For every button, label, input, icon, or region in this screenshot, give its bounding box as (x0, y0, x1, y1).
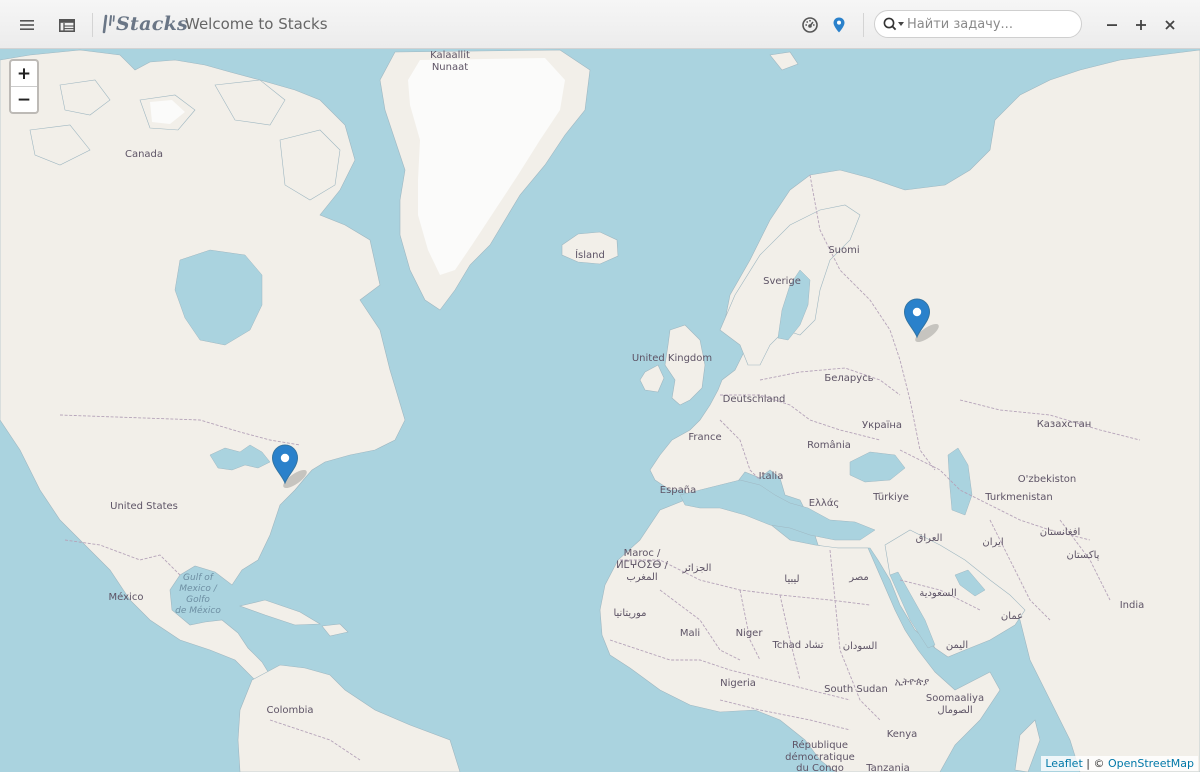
marker-center (912, 307, 922, 317)
map-label: O'zbekiston (1018, 474, 1077, 485)
map-label: المغرب (626, 572, 657, 583)
map-label: اليمن (946, 640, 968, 651)
minimize-icon (1107, 24, 1117, 26)
zoom-control: + − (9, 59, 39, 114)
map-label: الجزائر (682, 563, 712, 574)
map-label: Tchad تشاد (771, 640, 823, 651)
map-view[interactable]: Kalaallit Nunaat Canada Ísland Suomi Sve… (0, 49, 1200, 772)
map-label: Gulf of (183, 573, 215, 583)
map-label: عمان (1001, 611, 1023, 622)
table-icon (59, 18, 75, 32)
dashboard-button[interactable] (797, 12, 823, 38)
map-label: Italia (759, 471, 784, 482)
map-label: Turkmenistan (984, 492, 1052, 503)
zoom-out-button[interactable]: − (11, 87, 37, 112)
map-label: افغانستان (1040, 527, 1081, 538)
map-label: Colombia (267, 705, 314, 716)
map-label: démocratique (785, 751, 855, 763)
minimize-button[interactable] (1099, 12, 1125, 38)
map-label: Canada (125, 149, 163, 160)
map-label: Ísland (575, 248, 605, 261)
search-box[interactable] (874, 10, 1082, 38)
map-label: Suomi (828, 245, 859, 256)
table-view-button[interactable] (54, 12, 80, 38)
map-label: Казахстан (1037, 419, 1092, 430)
window-title: Welcome to Stacks (185, 15, 328, 33)
dashboard-icon (802, 17, 818, 33)
map-label: پاکستان (1067, 550, 1100, 561)
maximize-button[interactable] (1128, 12, 1154, 38)
world-map[interactable]: Kalaallit Nunaat Canada Ísland Suomi Sve… (0, 49, 1200, 772)
search-icon[interactable] (883, 17, 905, 31)
map-label: Tanzania (865, 763, 910, 772)
map-label: موريتانيا (613, 608, 646, 619)
map-pin-icon (833, 17, 845, 33)
menu-button[interactable] (14, 12, 40, 38)
map-attribution: Leaflet | © OpenStreetMap (1041, 756, 1198, 771)
map-view-button[interactable] (826, 12, 852, 38)
map-label: France (688, 432, 721, 443)
map-label: de México (175, 605, 221, 616)
zoom-in-button[interactable]: + (11, 61, 37, 87)
map-label: Niger (736, 628, 764, 639)
search-input[interactable] (907, 15, 1075, 33)
map-label: Golfo (186, 595, 210, 605)
map-label: ليبيا (784, 574, 799, 585)
map-label: ایران (982, 537, 1003, 548)
close-button[interactable] (1157, 12, 1183, 38)
map-label: España (660, 485, 696, 496)
marker-center (280, 453, 290, 463)
map-label: السودان (843, 641, 878, 652)
stacks-logo: Stacks (102, 10, 188, 38)
stacks-logo-icon (102, 14, 115, 34)
map-label: Mexico / (179, 584, 217, 594)
map-label: السعودية (919, 588, 956, 599)
app-name: Stacks (116, 13, 189, 35)
map-label: مصر (848, 572, 869, 583)
map-label: Türkiye (872, 492, 909, 503)
map-label: du Congo (796, 763, 844, 772)
map-label: Soomaaliya (926, 693, 984, 704)
map-label: Україна (862, 420, 902, 431)
map-label: الصومال (937, 705, 972, 716)
map-label: México (109, 591, 144, 603)
toolbar-divider (92, 13, 93, 37)
leaflet-link[interactable]: Leaflet (1045, 757, 1082, 770)
map-label: Mali (680, 628, 700, 639)
map-label: Deutschland (723, 394, 786, 405)
toolbar-divider-2 (863, 13, 864, 37)
map-label: South Sudan (824, 684, 888, 695)
map-label: Sverige (763, 276, 801, 287)
close-icon (1165, 20, 1175, 30)
map-label: Беларусь (824, 373, 873, 384)
map-label: Ελλάς (809, 497, 840, 509)
map-label: République (792, 739, 848, 751)
map-label: العراق (916, 533, 943, 544)
map-label: Maroc / (624, 548, 661, 559)
map-label: Kalaallit (430, 50, 470, 61)
map-label: United States (110, 501, 178, 512)
map-label: India (1120, 600, 1145, 611)
map-label: România (807, 439, 851, 451)
map-label: United Kingdom (632, 353, 712, 364)
map-label: Kenya (887, 729, 918, 740)
menu-icon (20, 20, 34, 30)
map-label: ኢትዮጵያ (895, 677, 929, 688)
map-label: Nigeria (720, 678, 756, 689)
map-label: ⵍⵎⵖⵔⵉⴱ / (616, 560, 668, 571)
maximize-icon (1136, 20, 1146, 30)
map-label: Nunaat (432, 62, 468, 73)
attribution-separator: | © (1082, 757, 1108, 770)
title-bar: Stacks Welcome to Stacks (0, 0, 1200, 49)
openstreetmap-link[interactable]: OpenStreetMap (1108, 757, 1194, 770)
